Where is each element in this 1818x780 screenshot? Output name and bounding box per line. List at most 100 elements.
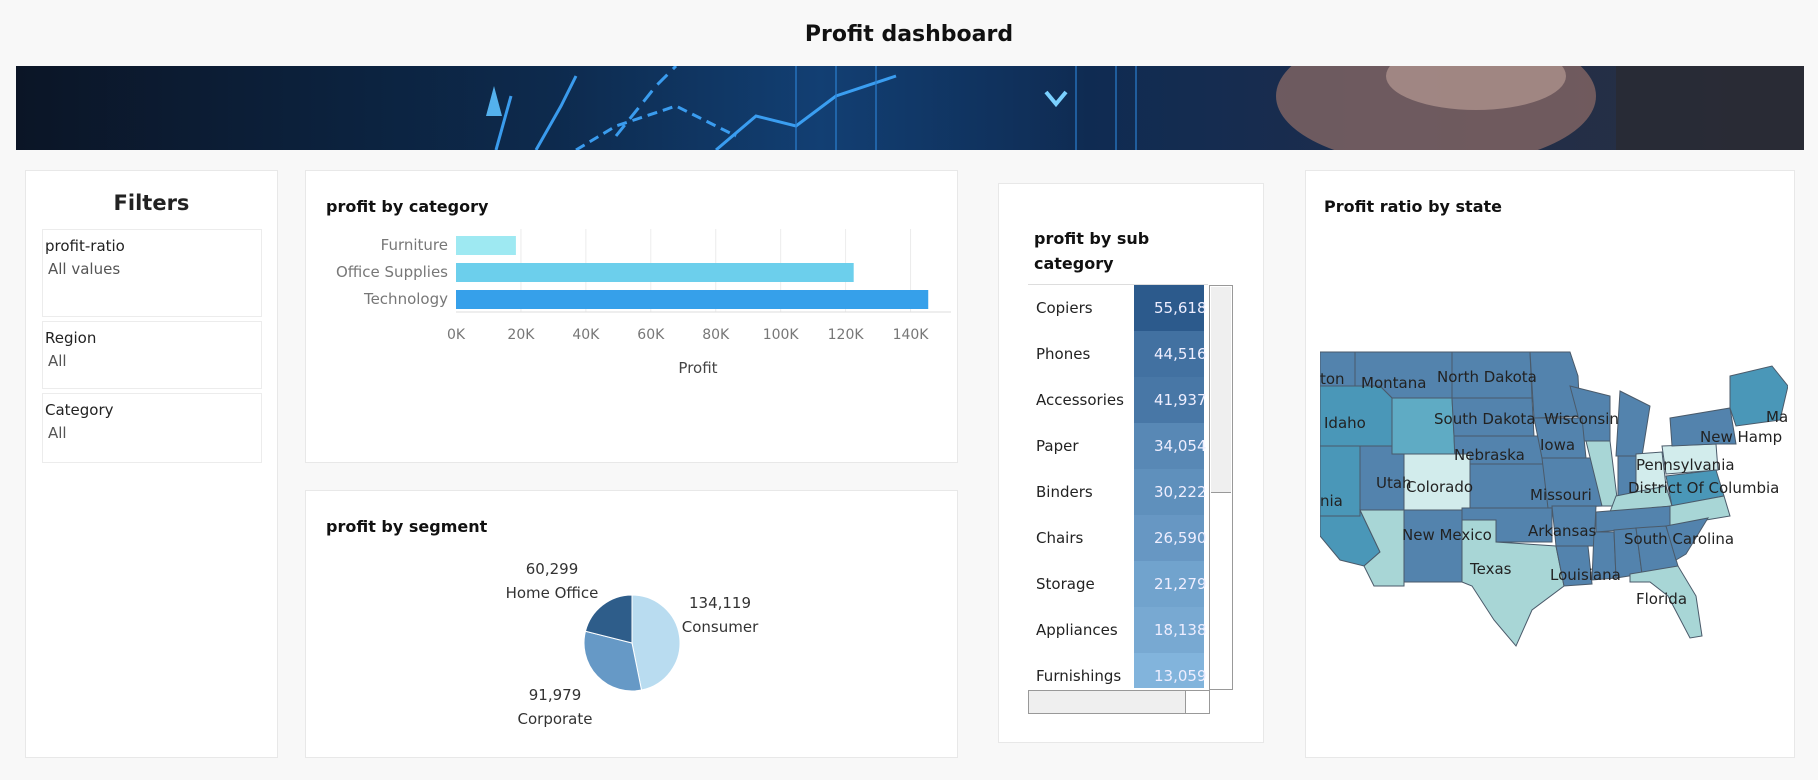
filter-label: Region [45,329,97,347]
filters-title: Filters [113,191,190,215]
filter-label: profit-ratio [45,237,125,255]
x-tick-label: 20K [507,327,535,343]
filter-category[interactable]: Category All [42,393,262,463]
map-label: Missouri [1530,486,1592,504]
sub-category-name: Copiers [1036,299,1093,317]
map-title: Profit ratio by state [1324,197,1502,216]
table-row[interactable]: Accessories 41,937 [1028,377,1208,423]
profit-cell: 21,279 [1134,561,1207,607]
filter-value[interactable]: All [48,352,67,370]
sub-category-name: Accessories [1036,391,1124,409]
profit-by-sub-category-panel: profit by sub category Copiers 55,618 Phon… [998,183,1264,743]
table-row[interactable]: Storage 21,279 [1028,561,1208,607]
dashboard-title: Profit dashboard [804,22,1014,47]
pie-value-label: 134,119 [689,594,751,612]
pie-category-label: Home Office [506,584,599,602]
profit-value: 26,590 [1154,529,1207,547]
scrollbar-thumb[interactable] [1211,287,1231,493]
sub-category-name: Furnishings [1036,667,1122,685]
sub-category-name: Phones [1036,345,1091,363]
table-row[interactable]: Phones 44,516 [1028,331,1208,377]
sub-category-table: Copiers 55,618 Phones 44,516 Accessories 41,9… [1028,284,1208,688]
pie-category-label: Corporate [518,710,593,728]
profit-value: 55,618 [1154,299,1207,317]
table-row[interactable]: Appliances 18,138 [1028,607,1208,653]
state-michigan[interactable] [1615,390,1651,457]
map-label: ton [1320,370,1345,388]
state-new-mexico[interactable] [1403,509,1463,583]
horizontal-scrollbar[interactable] [1028,690,1210,714]
x-tick-label: 40K [572,327,600,343]
filters-panel: Filters profit-ratio All values Region A… [25,170,278,758]
table-row[interactable]: Copiers 55,618 [1028,285,1208,331]
table-row[interactable]: Furnishings 13,059 [1028,653,1208,688]
x-tick-label: 60K [637,327,665,343]
sub-category-name: Paper [1036,437,1079,455]
sub-category-name: Binders [1036,483,1093,501]
map-label: Nebraska [1454,446,1525,464]
table-row[interactable]: Chairs 26,590 [1028,515,1208,561]
filter-label: Category [45,401,114,419]
bar[interactable] [456,290,929,309]
map-label: Wisconsin [1544,410,1619,428]
map-label: Idaho [1324,414,1366,432]
x-tick-label: 0K [447,327,466,343]
x-axis-title: Profit [678,359,717,377]
category-label: Office Supplies [336,263,448,281]
profit-value: 41,937 [1154,391,1207,409]
map-label: Florida [1636,590,1687,608]
profit-cell: 44,516 [1134,331,1207,377]
map-label: Colorado [1406,478,1473,496]
sub-category-name: Storage [1036,575,1095,593]
banner-image [16,66,1804,150]
map-label: Ma [1766,408,1788,426]
profit-value: 21,279 [1154,575,1207,593]
map-label: Montana [1361,374,1426,392]
filter-value[interactable]: All values [48,260,120,278]
profit-value: 18,138 [1154,621,1207,639]
profit-value: 44,516 [1154,345,1207,363]
category-label: Technology [363,290,448,308]
profit-by-category-panel: profit by category 0K 20K 40K 60K 80K 100K 120… [305,170,958,463]
map-label: Pennsylvania [1636,456,1735,474]
pie-category-label: Consumer [682,618,759,636]
map-label: District Of Columbia [1628,479,1779,497]
table-row[interactable]: Binders 30,222 [1028,469,1208,515]
map-label: nia [1320,492,1343,510]
state-minnesota[interactable] [1529,351,1581,419]
x-tick-label: 120K [828,327,865,343]
pie-value-label: 60,299 [526,560,579,578]
map-label: Texas [1469,560,1512,578]
x-tick-label: 100K [763,327,800,343]
category-label: Furniture [381,236,448,254]
table-row[interactable]: Paper 34,054 [1028,423,1208,469]
filter-profit-ratio[interactable]: profit-ratio All values [42,229,262,317]
chart-title: profit by sub category [1034,229,1150,273]
map-label: South Dakota [1434,410,1536,428]
map-label: Iowa [1540,436,1575,454]
profit-cell: 34,054 [1134,423,1207,469]
profit-cell: 41,937 [1134,377,1207,423]
sub-category-name: Chairs [1036,529,1084,547]
vertical-scrollbar[interactable] [1209,285,1233,690]
us-state-map[interactable]: ton Montana North Dakota South Dakota Wi… [1320,346,1788,666]
profit-value: 13,059 [1154,667,1207,685]
x-tick-label: 80K [702,327,730,343]
scrollbar-thumb[interactable] [1029,691,1186,713]
map-label: South Carolina [1624,530,1734,548]
map-label: Arkansas [1528,522,1597,540]
map-label: Louisiana [1550,566,1621,584]
bar[interactable] [456,263,854,282]
map-label: North Dakota [1437,368,1537,386]
pie-value-label: 91,979 [529,686,582,704]
filter-region[interactable]: Region All [42,321,262,389]
profit-by-category-chart: 0K 20K 40K 60K 80K 100K 120K 140K Furniture Offic… [336,229,951,377]
profit-cell: 13,059 [1134,653,1207,688]
pie-slice[interactable] [631,594,681,691]
filter-value[interactable]: All [48,424,67,442]
map-label: New Hamp [1700,428,1782,446]
profit-by-segment-panel: profit by segment 134,119 Consumer 91,979 C… [305,490,958,758]
profit-value: 34,054 [1154,437,1207,455]
x-tick-label: 140K [893,327,930,343]
bar[interactable] [456,236,516,255]
